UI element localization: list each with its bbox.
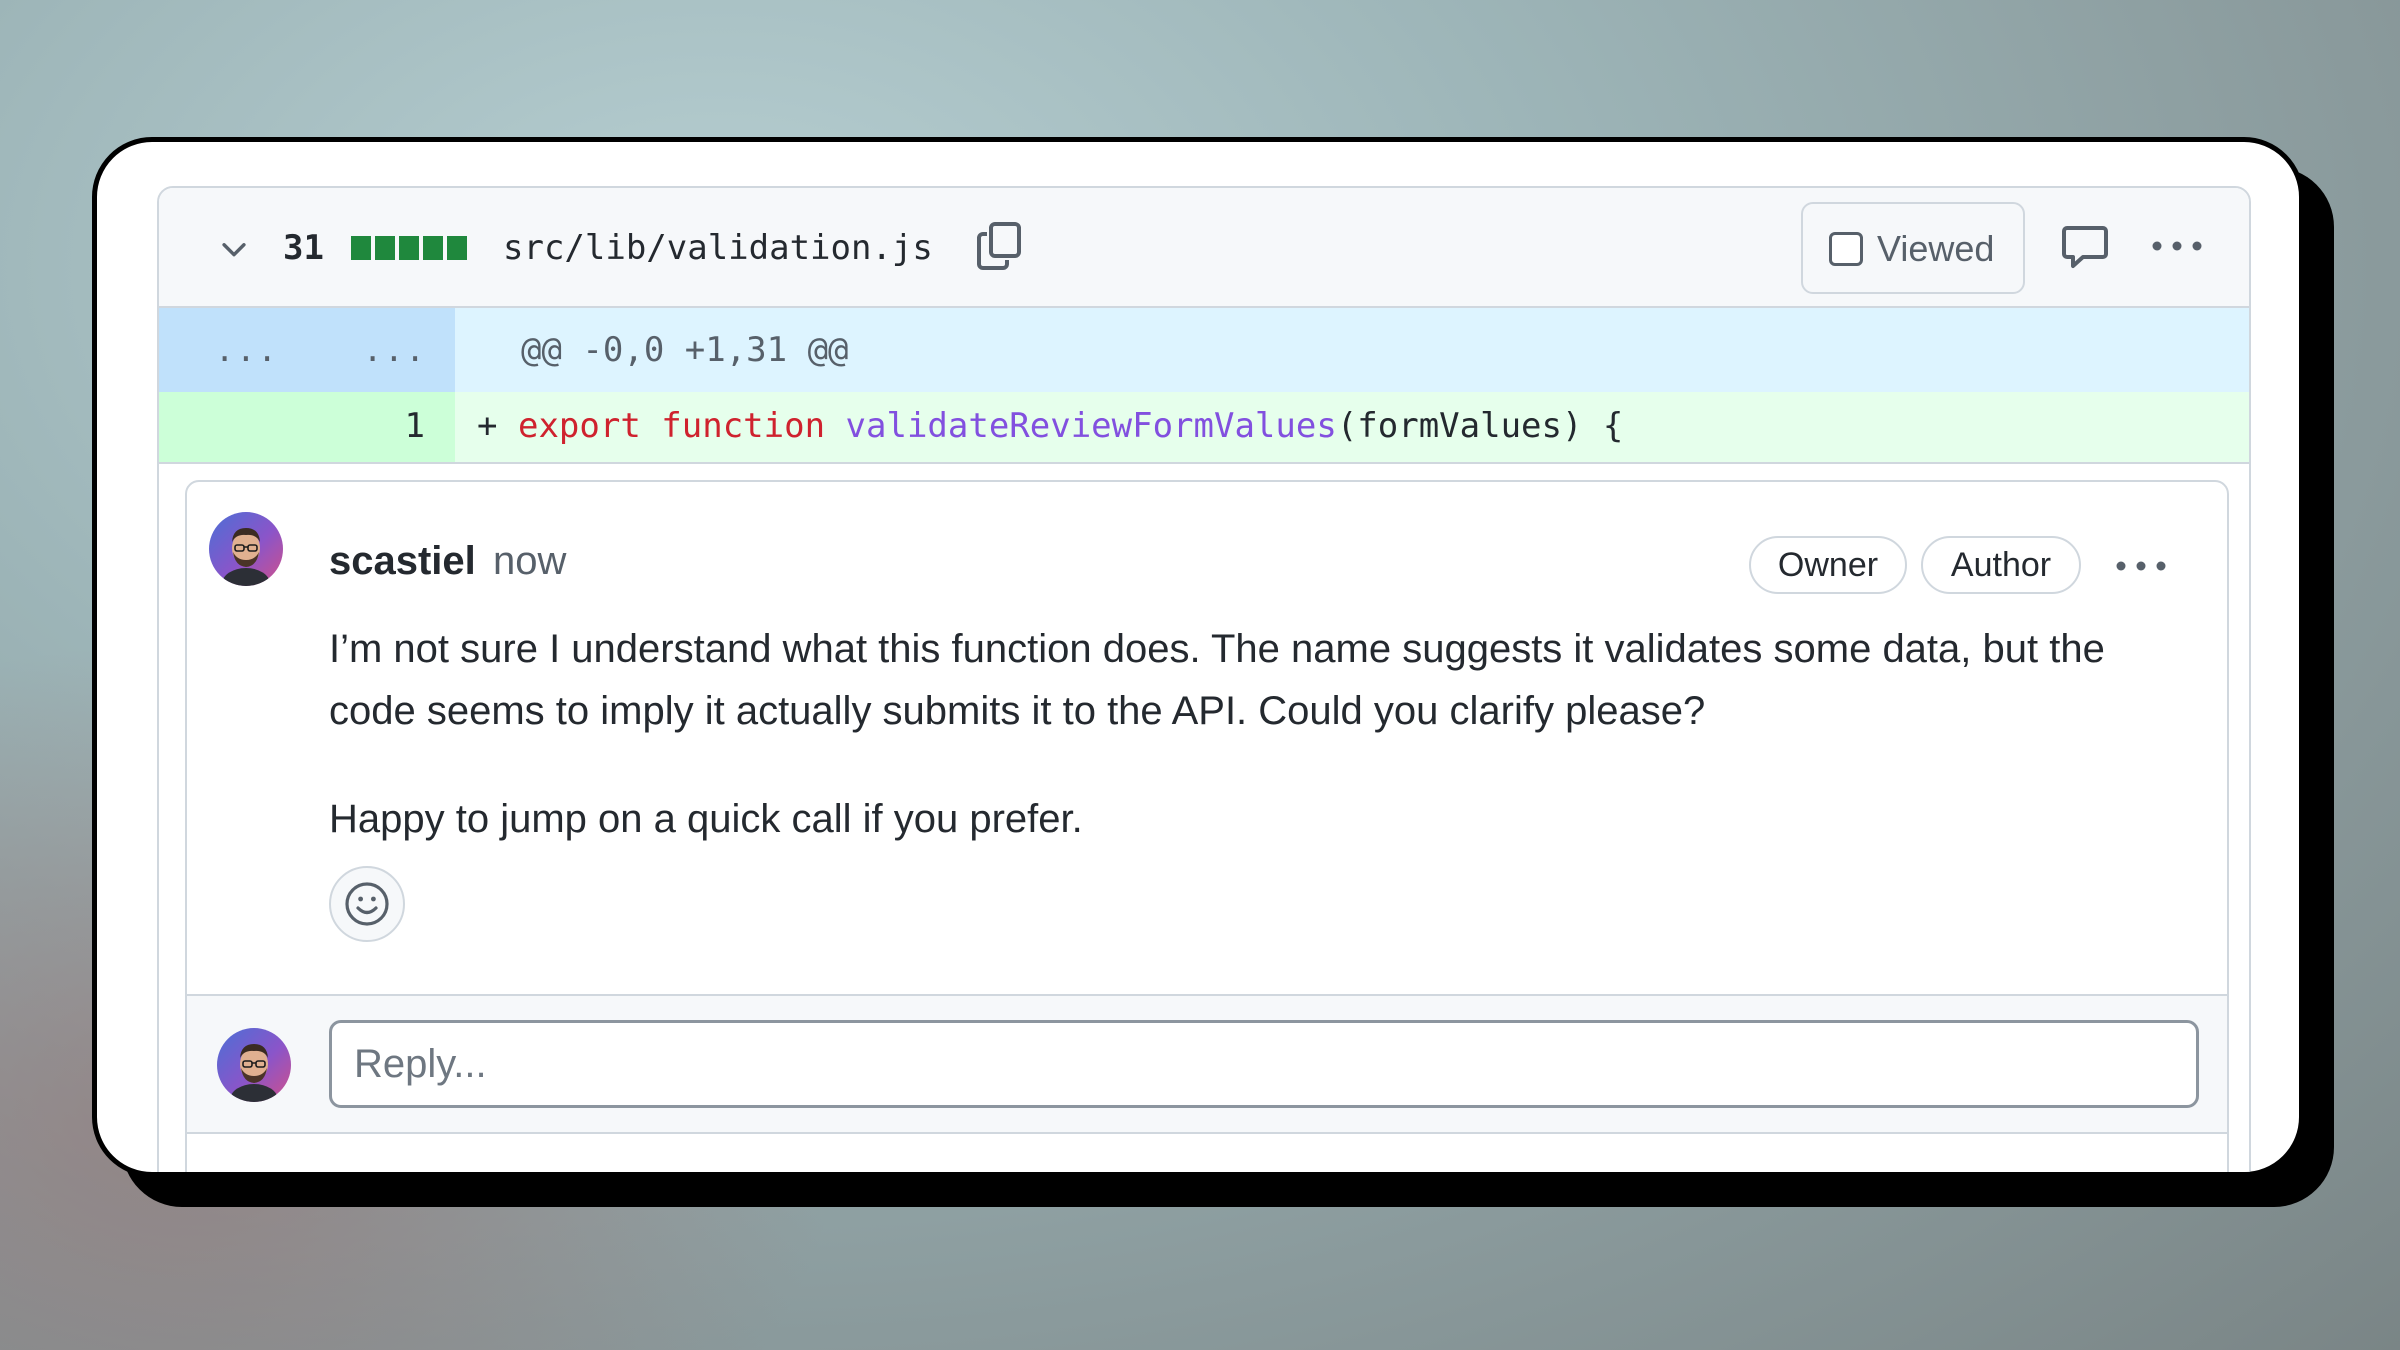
diffstat-block <box>399 236 419 260</box>
file-name[interactable]: src/lib/validation.js <box>503 226 933 270</box>
screenshot-card: 31 src/lib/validation.js Viewed ... ... … <box>92 137 2304 1177</box>
code-params: (formValues) { <box>1336 406 1624 446</box>
smiley-icon <box>345 882 389 926</box>
line-number[interactable]: 1 <box>405 404 425 448</box>
more-options-icon[interactable] <box>2149 238 2205 254</box>
code-keyword-function: function <box>661 406 826 446</box>
copy-icon[interactable] <box>975 220 1023 272</box>
comment-author[interactable]: scastiel <box>329 536 476 586</box>
diff-line-added: 1 + export function validateReviewFormVa… <box>159 392 2249 464</box>
diffstat-block <box>351 236 371 260</box>
viewed-toggle[interactable]: Viewed <box>1801 202 2025 294</box>
hunk-header-row: ... ... @@ -0,0 +1,31 @@ <box>159 308 2249 392</box>
user-avatar-icon <box>222 528 270 586</box>
code-keyword-export: export <box>517 406 641 446</box>
code-function-name: validateReviewFormValues <box>845 406 1337 446</box>
owner-badge: Owner <box>1749 536 1907 594</box>
comment-paragraph: I’m not sure I understand what this func… <box>329 627 2105 733</box>
viewed-label: Viewed <box>1877 228 1995 269</box>
review-comment-thread: scastiel now Owner Author I’m not sure I… <box>185 480 2229 1172</box>
add-reaction-button[interactable] <box>329 866 405 942</box>
chevron-down-icon[interactable] <box>217 232 251 266</box>
hunk-expand-right[interactable]: ... <box>363 328 427 372</box>
reply-avatar <box>217 1028 291 1102</box>
diffstat-bar <box>351 236 467 260</box>
comment-options-icon[interactable] <box>2113 558 2169 574</box>
comment-paragraph: Happy to jump on a quick call if you pre… <box>329 797 1083 841</box>
comment-icon[interactable] <box>2061 224 2109 270</box>
diffstat-count: 31 <box>283 228 324 268</box>
file-diff-panel: 31 src/lib/validation.js Viewed ... ... … <box>157 186 2251 1172</box>
hunk-gutter[interactable]: ... ... <box>159 308 455 392</box>
comment-body: I’m not sure I understand what this func… <box>329 618 2169 850</box>
diff-sign: + <box>477 406 498 446</box>
viewed-checkbox[interactable] <box>1829 232 1863 266</box>
reply-input[interactable] <box>329 1020 2199 1108</box>
diffstat-block <box>375 236 395 260</box>
author-badge: Author <box>1921 536 2081 594</box>
code-line: + export function validateReviewFormValu… <box>477 404 1623 448</box>
user-avatar-icon <box>230 1044 278 1102</box>
diffstat-block <box>447 236 467 260</box>
avatar[interactable] <box>209 512 283 586</box>
line-gutter[interactable]: 1 <box>159 392 455 462</box>
reply-area <box>187 994 2227 1134</box>
comment-timestamp[interactable]: now <box>493 536 566 586</box>
file-header: 31 src/lib/validation.js Viewed <box>159 188 2249 308</box>
hunk-expand-left[interactable]: ... <box>215 328 279 372</box>
diffstat-block <box>423 236 443 260</box>
hunk-header: @@ -0,0 +1,31 @@ <box>521 330 849 370</box>
